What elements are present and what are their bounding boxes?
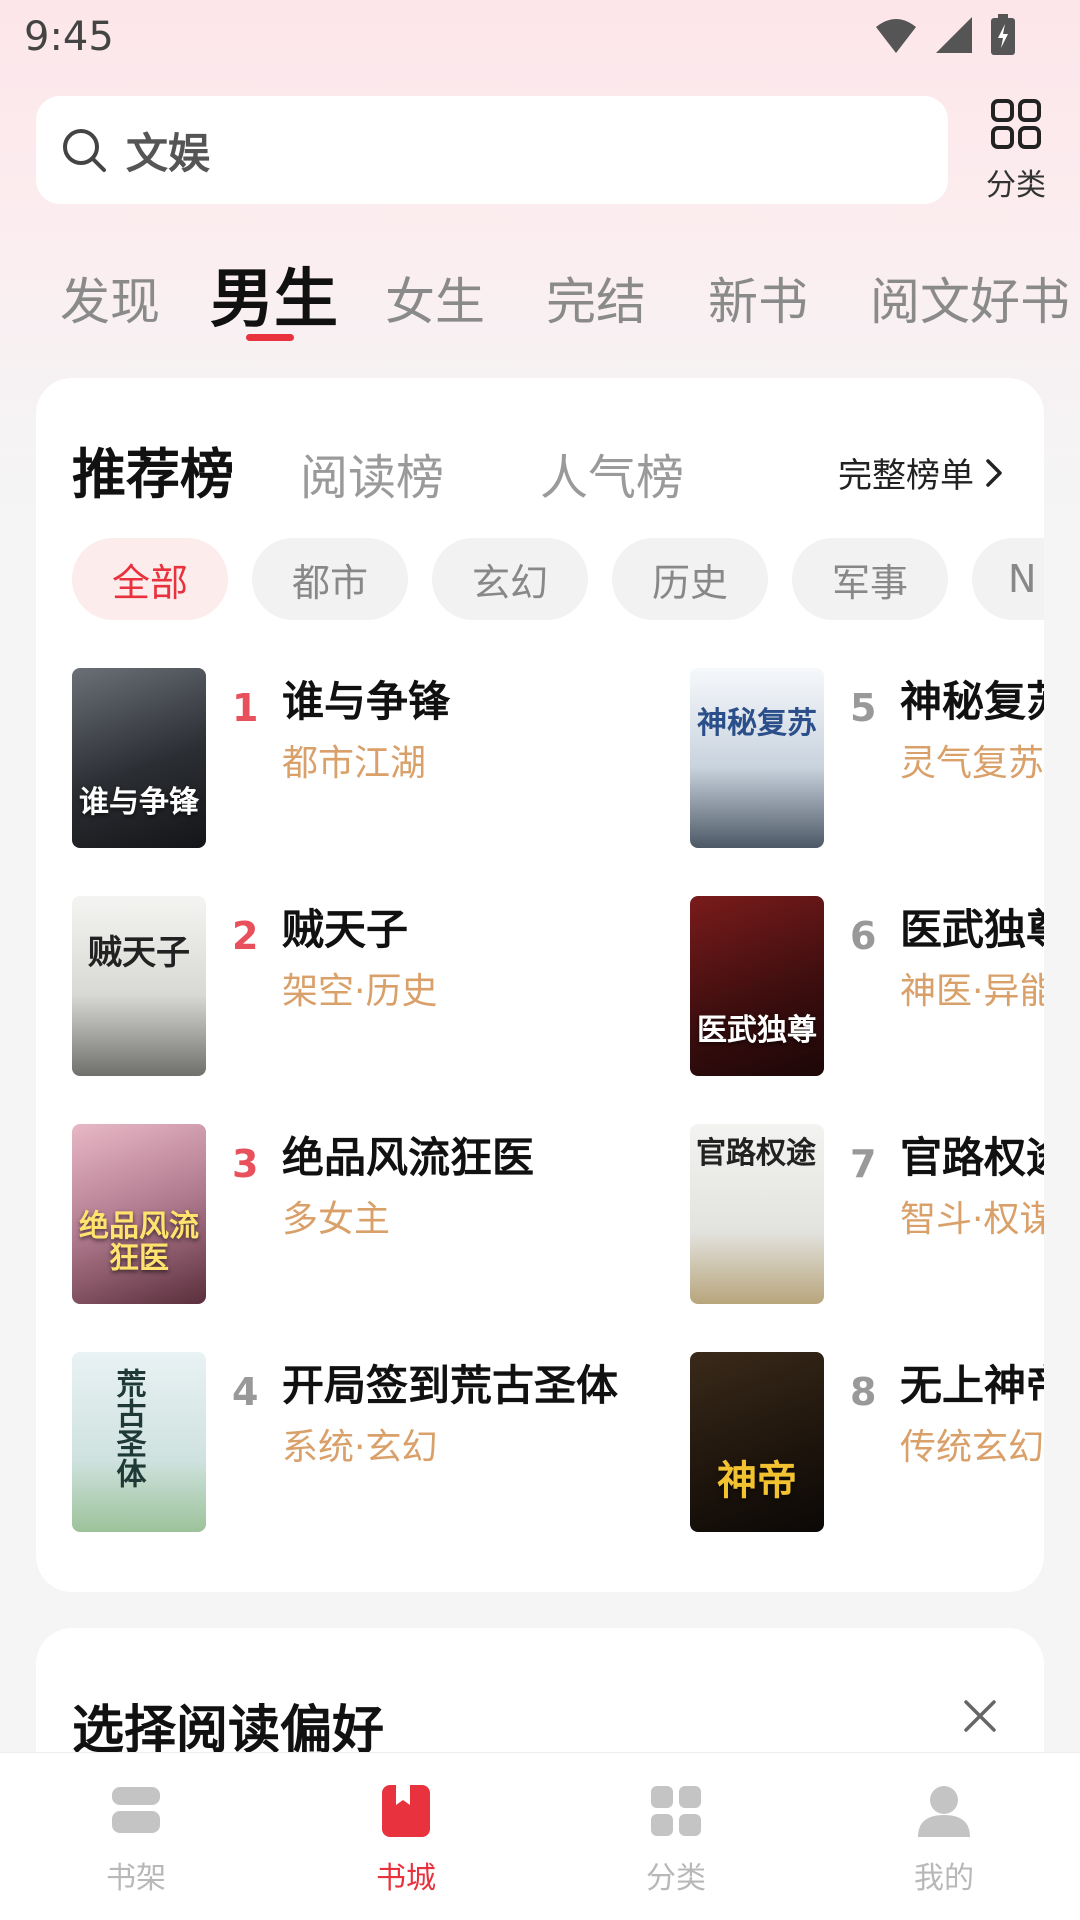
active-tab-indicator: [246, 334, 294, 341]
book-item[interactable]: 官路权途 7 官路权途 智斗·权谋: [690, 1124, 1044, 1304]
book-tag: 多女主: [282, 1199, 391, 1240]
book-item[interactable]: 神秘复苏 5 神秘复苏 灵气复苏: [690, 668, 1044, 848]
book-tag: 架空·历史: [282, 971, 438, 1012]
rank-number: 2: [232, 914, 259, 958]
book-cover: 绝品风流狂医: [72, 1124, 206, 1304]
book-cover: 神帝: [690, 1352, 824, 1532]
battery-icon: [991, 14, 1015, 55]
nav-bookshelf[interactable]: 书架: [76, 1781, 196, 1897]
nav-category-label: 分类: [646, 1861, 706, 1896]
tab-discover[interactable]: 发现: [60, 262, 160, 334]
cell-signal-icon: [936, 17, 972, 53]
book-cover: 官路权途: [690, 1124, 824, 1304]
book-title: 贼天子: [282, 905, 409, 954]
rank-number: 8: [850, 1370, 877, 1414]
book-title: 官路权途: [900, 1133, 1044, 1182]
tab-new-books[interactable]: 新书: [708, 262, 808, 334]
chip-urban[interactable]: 都市: [252, 538, 408, 620]
app-screen: 9:45 文娱 分类 发现 男生 女生 完结 新书 阅文好书 推荐榜 阅读榜 人…: [0, 0, 1080, 1920]
category-entry-label: 分类: [986, 168, 1046, 203]
book-tag: 系统·玄幻: [282, 1427, 438, 1468]
book-title: 医武独尊: [900, 905, 1044, 954]
wifi-icon: [876, 19, 916, 53]
book-tag: 智斗·权谋: [900, 1199, 1044, 1240]
nav-profile[interactable]: 我的: [884, 1781, 1004, 1897]
book-tag: 神医·异能: [900, 971, 1044, 1012]
full-list-label: 完整榜单: [838, 456, 974, 496]
search-query-text: 文娱: [126, 128, 211, 178]
rank-number: 7: [850, 1142, 877, 1186]
book-cover: 神秘复苏: [690, 668, 824, 848]
chip-military[interactable]: 军事: [792, 538, 948, 620]
nav-bookstore[interactable]: 书城: [346, 1781, 466, 1897]
full-list-link[interactable]: 完整榜单: [838, 448, 1004, 497]
tab-good-books[interactable]: 阅文好书: [870, 262, 1070, 334]
book-tag: 都市江湖: [282, 743, 427, 784]
status-bar: 9:45: [0, 0, 1080, 76]
chip-more[interactable]: N: [972, 538, 1044, 620]
bottom-nav: 书架 书城 分类 我的: [0, 1752, 1080, 1920]
search-icon: [63, 129, 106, 172]
rank-number: 3: [232, 1142, 259, 1186]
nav-profile-label: 我的: [914, 1861, 974, 1896]
tab-recommend-rank[interactable]: 推荐榜: [72, 430, 234, 509]
tab-popular-rank[interactable]: 人气榜: [540, 438, 684, 508]
chip-fantasy[interactable]: 玄幻: [432, 538, 588, 620]
nav-bookshelf-label: 书架: [106, 1861, 166, 1896]
grid-icon: [651, 1786, 701, 1836]
rank-number: 4: [232, 1370, 259, 1414]
nav-category[interactable]: 分类: [616, 1781, 736, 1897]
book-item[interactable]: 医武独尊 6 医武独尊 神医·异能: [690, 896, 1044, 1076]
tab-female[interactable]: 女生: [385, 262, 485, 334]
search-bar[interactable]: 文娱: [36, 96, 948, 204]
grid-icon: [991, 99, 1041, 149]
book-item[interactable]: 贼天子 2 贼天子 架空·历史: [72, 896, 552, 1076]
bookshelf-icon: [112, 1787, 160, 1833]
book-item[interactable]: 神帝 8 无上神帝 传统玄幻: [690, 1352, 1044, 1532]
user-icon: [918, 1786, 970, 1837]
genre-chips: 全部 都市 玄幻 历史 军事 N: [72, 538, 1044, 620]
book-cover: 医武独尊: [690, 896, 824, 1076]
book-tag: 灵气复苏: [900, 743, 1044, 784]
chip-all[interactable]: 全部: [72, 538, 228, 620]
tab-read-rank[interactable]: 阅读榜: [300, 438, 444, 508]
book-cover: 贼天子: [72, 896, 206, 1076]
book-title: 无上神帝: [900, 1361, 1044, 1410]
book-cover: 荒古圣体: [72, 1352, 206, 1532]
chip-history[interactable]: 历史: [612, 538, 768, 620]
book-cover: 谁与争锋: [72, 668, 206, 848]
book-item[interactable]: 荒古圣体 4 开局签到荒古圣体 系统·玄幻: [72, 1352, 618, 1532]
book-title: 神秘复苏: [900, 677, 1044, 726]
nav-bookstore-label: 书城: [376, 1861, 436, 1896]
book-item[interactable]: 谁与争锋 1 谁与争锋 都市江湖: [72, 668, 552, 848]
book-title: 开局签到荒古圣体: [282, 1361, 619, 1410]
book-title: 绝品风流狂医: [282, 1133, 535, 1182]
rank-number: 6: [850, 914, 877, 958]
close-icon[interactable]: [960, 1696, 1000, 1736]
rank-number: 5: [850, 686, 877, 730]
book-tag: 传统玄幻: [900, 1427, 1044, 1468]
status-icons: [874, 14, 1016, 56]
category-entry-button[interactable]: 分类: [976, 98, 1056, 204]
book-title: 谁与争锋: [282, 677, 451, 726]
book-item[interactable]: 绝品风流狂医 3 绝品风流狂医 多女主: [72, 1124, 552, 1304]
status-time: 9:45: [24, 14, 114, 60]
ranking-card: 推荐榜 阅读榜 人气榜 完整榜单 全部 都市 玄幻 历史 军事 N 谁与争锋 1…: [36, 378, 1044, 1592]
bookstore-icon: [382, 1785, 430, 1837]
chevron-right-icon: [986, 458, 1002, 487]
top-tabs: 发现 男生 女生 完结 新书 阅文好书: [0, 248, 1080, 348]
rank-number: 1: [232, 686, 259, 730]
tab-male[interactable]: 男生: [210, 248, 338, 340]
tab-finished[interactable]: 完结: [546, 262, 646, 334]
